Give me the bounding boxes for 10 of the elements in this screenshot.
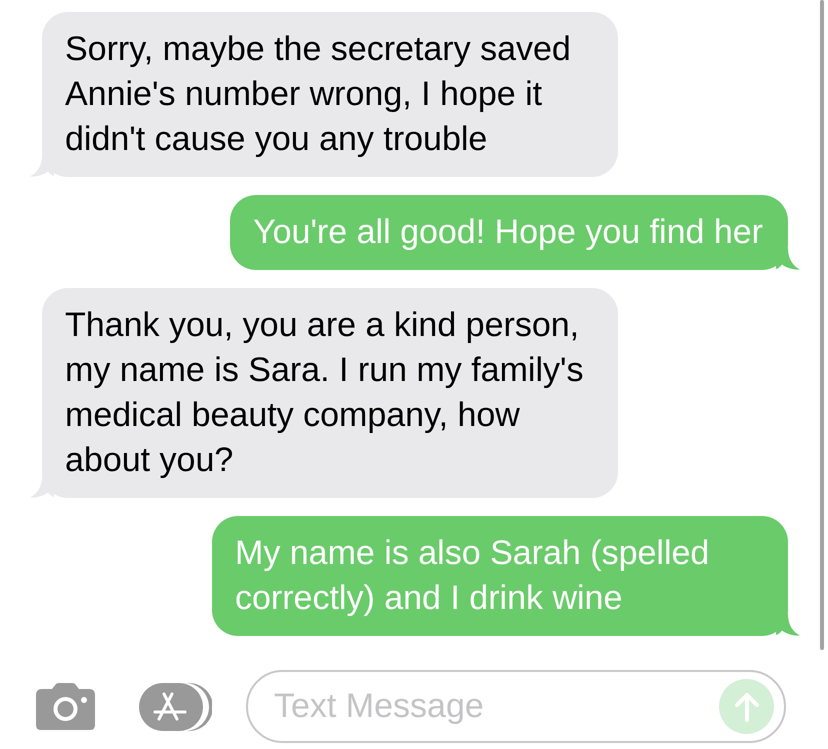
bubble-tail-icon bbox=[776, 248, 800, 270]
bubble-tail-icon bbox=[776, 614, 800, 636]
arrow-up-icon bbox=[734, 692, 758, 722]
message-bubble: My name is also Sarah (spelled correctly) and I drink wine bbox=[212, 516, 788, 636]
camera-icon[interactable] bbox=[36, 683, 95, 730]
app-store-icon[interactable] bbox=[139, 682, 212, 730]
message-bubble: Thank you, you are a kind person, my name is Sara. I run my family's medical beauty company, how about you? bbox=[42, 288, 618, 498]
message-input-field[interactable]: Text Message bbox=[246, 670, 786, 743]
message-bubble: Sorry, maybe the secretary saved Annie's number wrong, I hope it didn't cause you any trouble bbox=[42, 12, 618, 177]
message-bubble: You're all good! Hope you find her bbox=[230, 195, 788, 270]
